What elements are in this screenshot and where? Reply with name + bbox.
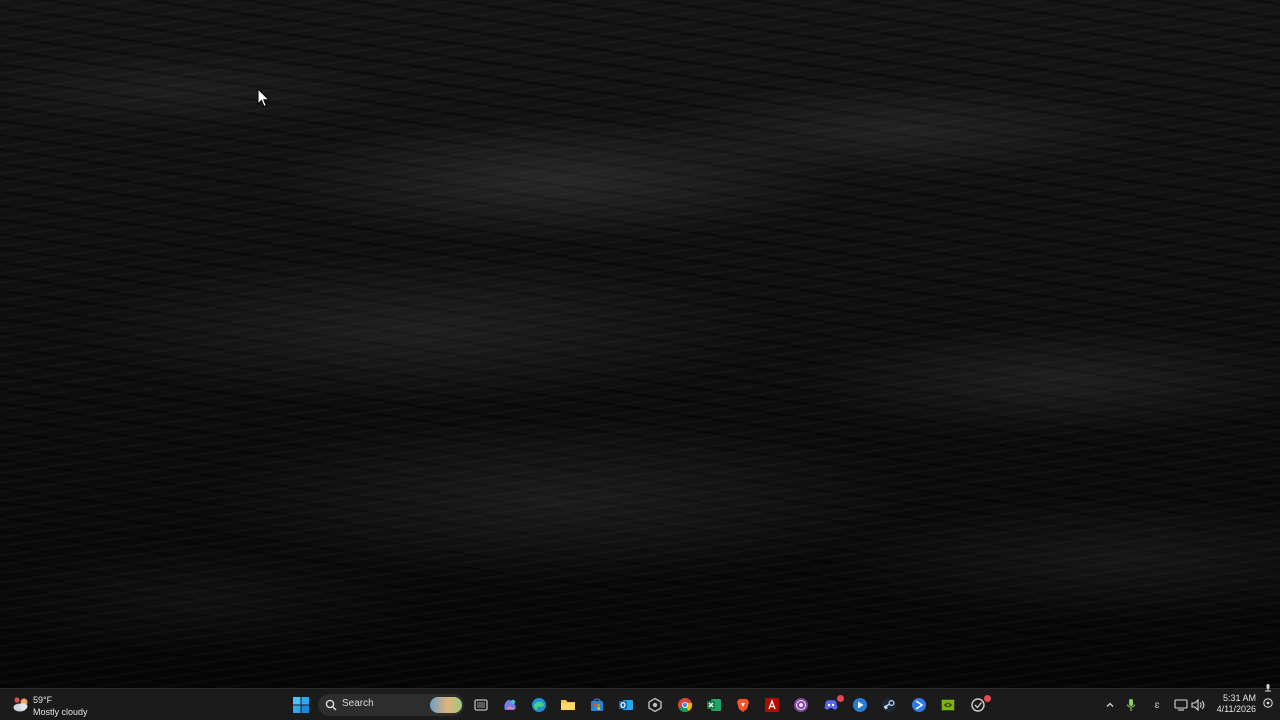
clock-date: 4/11/2026 — [1216, 704, 1256, 714]
settings-icon — [648, 697, 662, 713]
search-label: Search — [342, 698, 374, 709]
taskbar: 59°F Mostly cloudy Search ɛ 5:31 AM 4/11… — [0, 684, 1280, 720]
taskbar-clock[interactable]: 5:31 AM 4/11/2026 — [1208, 693, 1256, 717]
task-view-button[interactable] — [470, 694, 492, 716]
windows-logo-icon — [293, 697, 309, 713]
media-player-icon — [853, 698, 867, 712]
network-icon — [1174, 699, 1188, 711]
weather-temperature: 59°F — [33, 695, 53, 705]
chrome-button[interactable] — [674, 694, 696, 716]
file-explorer-icon — [561, 700, 575, 710]
tor-browser-icon — [794, 698, 808, 712]
weather-condition: Mostly cloudy — [33, 707, 88, 717]
keyboard-indicator[interactable]: ɛ — [1150, 697, 1164, 713]
volume-tray-button[interactable] — [1191, 697, 1205, 713]
desktop-wallpaper — [0, 0, 1280, 688]
tor-browser-button[interactable] — [790, 694, 812, 716]
network-tray-button[interactable] — [1174, 697, 1188, 713]
media-player-button[interactable] — [849, 694, 871, 716]
microphone-icon — [1126, 699, 1136, 711]
bell-icon — [1263, 684, 1273, 708]
chrome-icon — [678, 698, 693, 713]
edge-button[interactable] — [528, 694, 550, 716]
steam-icon — [882, 698, 896, 712]
microphone-tray-button[interactable] — [1124, 697, 1138, 713]
edge-dev-icon — [912, 698, 926, 712]
copilot-icon — [504, 699, 516, 710]
file-explorer-button[interactable] — [557, 694, 579, 716]
edge-dev-button[interactable] — [908, 694, 930, 716]
notification-center-button[interactable] — [1261, 684, 1275, 708]
settings-button[interactable] — [644, 694, 666, 716]
app-notification-badge — [983, 694, 992, 703]
edge-icon — [532, 698, 546, 712]
excel-button[interactable] — [703, 694, 725, 716]
show-hidden-icons-button[interactable] — [1103, 697, 1117, 713]
copilot-button[interactable] — [499, 694, 521, 716]
nvidia-icon — [941, 699, 955, 711]
taskbar-search-box[interactable]: Search — [318, 694, 464, 716]
nvidia-button[interactable] — [937, 694, 959, 716]
acrobat-button[interactable] — [761, 694, 783, 716]
acrobat-icon — [765, 698, 779, 712]
microsoft-store-icon — [591, 698, 603, 711]
start-button[interactable] — [290, 694, 312, 716]
excel-icon — [707, 699, 721, 711]
volume-icon — [1191, 699, 1205, 711]
brave-icon — [737, 699, 749, 712]
weather-widget[interactable]: 59°F Mostly cloudy — [10, 692, 110, 718]
brave-button[interactable] — [732, 694, 754, 716]
mouse-cursor-icon — [257, 88, 271, 108]
outlook-button[interactable] — [615, 694, 637, 716]
steam-button[interactable] — [878, 694, 900, 716]
clock-time: 5:31 AM — [1222, 693, 1256, 703]
cloudy-weather-icon — [13, 697, 28, 712]
search-icon — [325, 699, 337, 711]
task-view-icon — [474, 699, 488, 711]
chevron-up-icon — [1106, 702, 1114, 707]
microsoft-store-button[interactable] — [586, 694, 608, 716]
discord-notification-badge — [836, 694, 845, 703]
search-highlight-image — [430, 697, 462, 713]
outlook-icon — [619, 700, 633, 710]
